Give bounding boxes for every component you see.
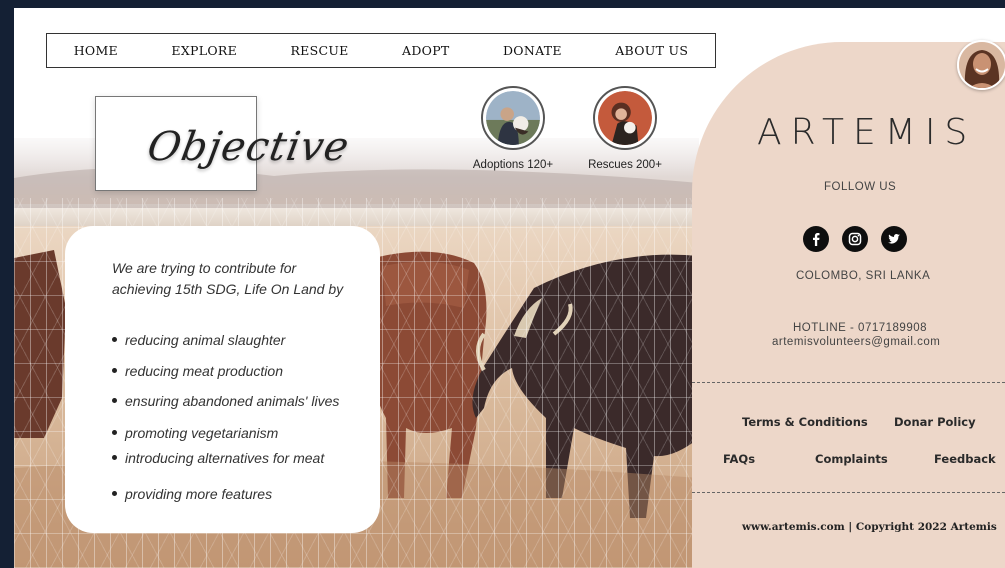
list-item: reducing animal slaughter bbox=[112, 332, 285, 348]
list-item: promoting vegetarianism bbox=[112, 425, 278, 441]
hotline-text: HOTLINE - 0717189908 bbox=[793, 322, 928, 334]
bullet-icon bbox=[112, 397, 117, 403]
facebook-icon[interactable] bbox=[803, 226, 829, 252]
bullet-icon bbox=[112, 490, 117, 496]
adoption-photo bbox=[486, 91, 540, 145]
nav-donate[interactable]: DONATE bbox=[503, 43, 562, 58]
faqs-link[interactable]: FAQs bbox=[723, 452, 755, 466]
list-item: introducing alternatives for meat bbox=[112, 450, 324, 466]
main-nav: HOME EXPLORE RESCUE ADOPT DONATE ABOUT U… bbox=[46, 33, 716, 68]
rescues-avatar-ring bbox=[593, 86, 657, 150]
complaints-link[interactable]: Complaints bbox=[815, 452, 888, 466]
objective-card: We are trying to contribute for achievin… bbox=[65, 226, 380, 533]
nav-rescue[interactable]: RESCUE bbox=[290, 43, 348, 58]
adoptions-stat[interactable]: Adoptions 120+ bbox=[458, 86, 568, 171]
email-link[interactable]: artemisvolunteers@gmail.com bbox=[772, 336, 940, 348]
bullet-icon bbox=[112, 429, 117, 435]
bullet-icon bbox=[112, 367, 117, 373]
adoptions-label: Adoptions 120+ bbox=[472, 159, 554, 171]
location-text: COLOMBO, SRI LANKA bbox=[796, 270, 931, 282]
divider-bottom bbox=[692, 492, 1005, 493]
list-item: reducing meat production bbox=[112, 363, 283, 379]
nav-home[interactable]: HOME bbox=[74, 43, 118, 58]
bullet-icon bbox=[112, 454, 117, 460]
list-item: providing more features bbox=[112, 486, 272, 502]
feedback-link[interactable]: Feedback bbox=[934, 452, 996, 466]
adoptions-avatar-ring bbox=[481, 86, 545, 150]
follow-us-label: FOLLOW US bbox=[824, 181, 897, 193]
bullet-icon bbox=[112, 336, 117, 342]
nav-explore[interactable]: EXPLORE bbox=[171, 43, 237, 58]
user-avatar[interactable] bbox=[957, 40, 1005, 90]
terms-link[interactable]: Terms & Conditions bbox=[742, 415, 868, 429]
rescues-label: Rescues 200+ bbox=[588, 159, 662, 171]
instagram-icon[interactable] bbox=[842, 226, 868, 252]
divider-top bbox=[692, 382, 1005, 383]
rescue-photo bbox=[598, 91, 652, 145]
nav-adopt[interactable]: ADOPT bbox=[402, 43, 450, 58]
card-intro: We are trying to contribute for achievin… bbox=[112, 260, 344, 297]
copyright-text: www.artemis.com | Copyright 2022 Artemis bbox=[742, 521, 997, 533]
social-links bbox=[803, 226, 907, 252]
nav-about-us[interactable]: ABOUT US bbox=[615, 43, 688, 58]
rescues-stat[interactable]: Rescues 200+ bbox=[570, 86, 680, 171]
donar-policy-link[interactable]: Donar Policy bbox=[894, 415, 976, 429]
brand-logo: ARTEMIS bbox=[757, 112, 977, 153]
avatar-photo bbox=[959, 42, 1005, 88]
objective-title: Objective bbox=[143, 124, 354, 170]
list-item: ensuring abandoned animals' lives bbox=[112, 393, 339, 409]
twitter-icon[interactable] bbox=[881, 226, 907, 252]
